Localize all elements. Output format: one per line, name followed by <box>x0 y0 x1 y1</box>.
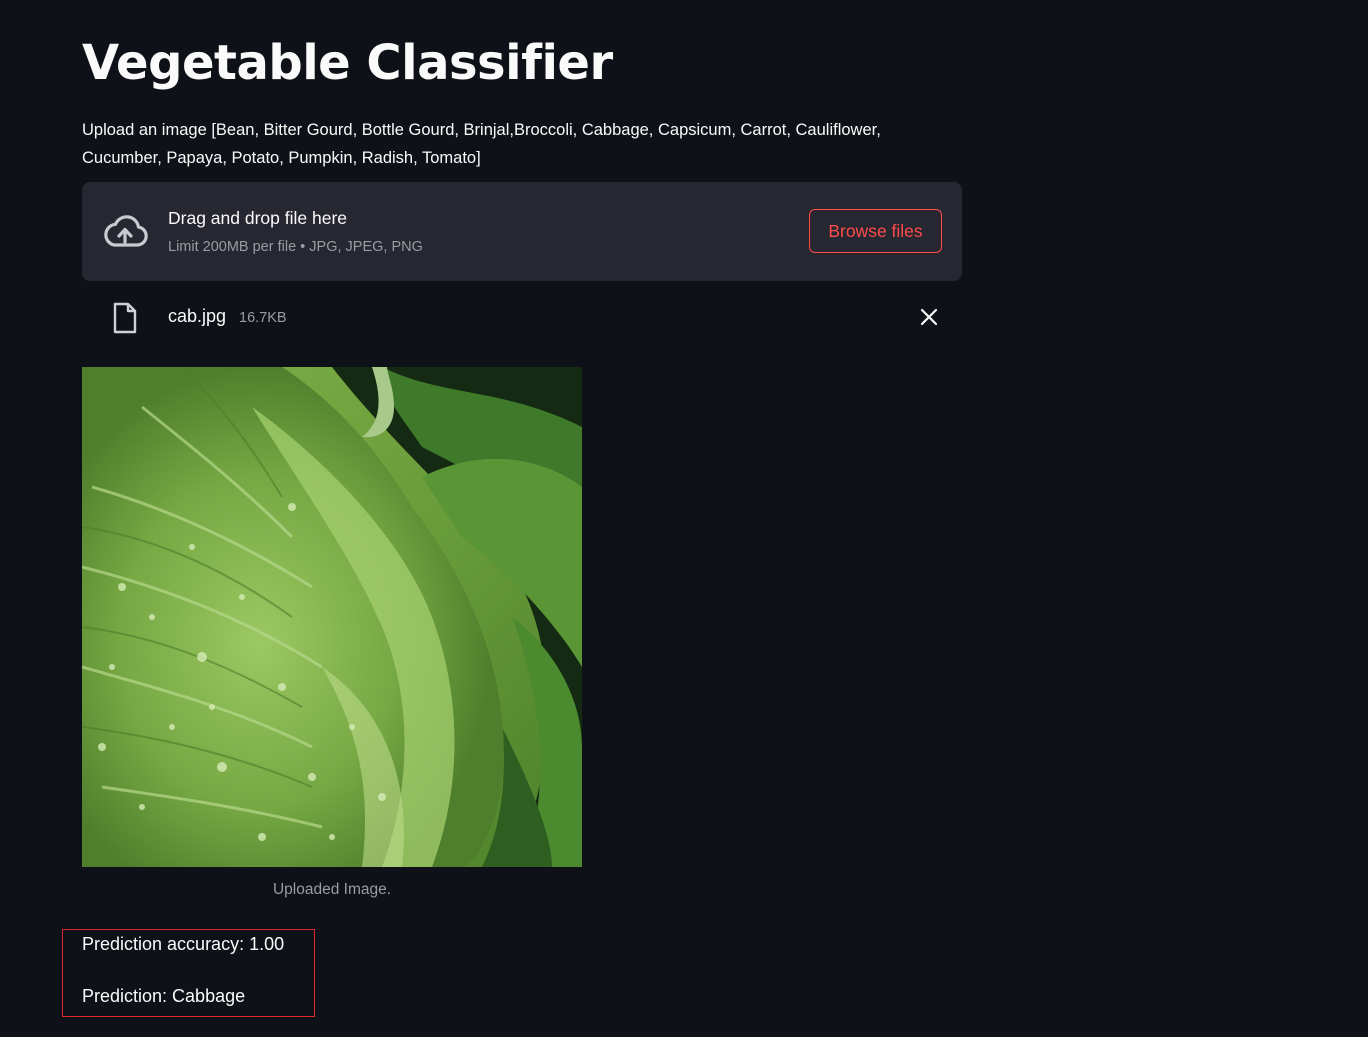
upload-instructions: Upload an image [Bean, Bitter Gourd, Bot… <box>82 121 881 167</box>
prediction-label: Prediction: Cabbage <box>82 986 246 1006</box>
dropzone-limit: Limit 200MB per file • JPG, JPEG, PNG <box>168 239 423 255</box>
file-size: 16.7KB <box>239 310 287 326</box>
cloud-upload-icon <box>101 212 149 252</box>
dropzone-text: Drag and drop file here Limit 200MB per … <box>168 207 423 256</box>
prediction-accuracy: Prediction accuracy: 1.00 <box>82 934 285 954</box>
image-caption: Uploaded Image. <box>272 881 392 898</box>
close-icon[interactable] <box>918 306 940 328</box>
uploaded-file-row: cab.jpg 16.7KB <box>82 296 962 340</box>
file-icon <box>112 302 138 334</box>
file-name: cab.jpg <box>168 306 227 326</box>
browse-files-button[interactable]: Browse files <box>809 209 942 253</box>
uploaded-image <box>82 367 582 867</box>
dropzone-instruction: Drag and drop file here <box>168 208 347 228</box>
page-title: Vegetable Classifier <box>82 35 613 91</box>
prediction-result-box: Prediction accuracy: 1.00 Prediction: Ca… <box>62 929 315 1017</box>
file-dropzone[interactable]: Drag and drop file here Limit 200MB per … <box>82 182 962 281</box>
